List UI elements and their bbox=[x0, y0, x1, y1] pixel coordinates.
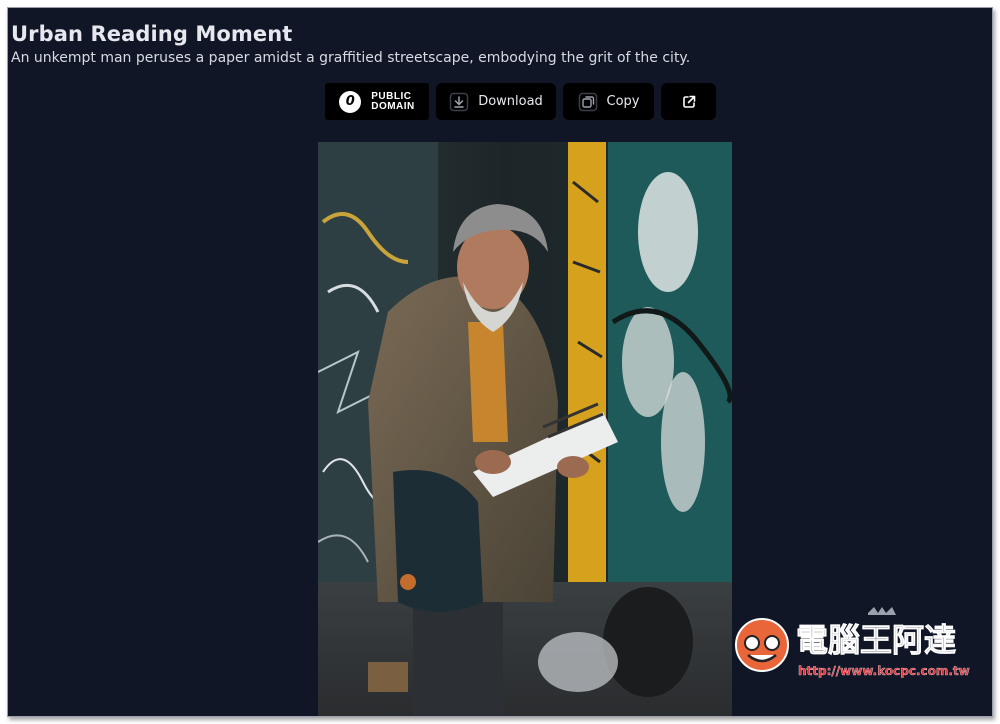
external-link-icon bbox=[681, 94, 697, 110]
page-title: Urban Reading Moment bbox=[11, 22, 293, 46]
watermark-logo: 電腦王阿達 http://www.kocpc.com.tw bbox=[728, 605, 988, 685]
main-photo[interactable] bbox=[318, 142, 732, 716]
copy-icon bbox=[578, 92, 598, 112]
public-domain-label: PUBLIC DOMAIN bbox=[371, 90, 415, 112]
download-button[interactable]: Download bbox=[436, 83, 556, 120]
svg-text:電腦王阿達: 電腦王阿達 bbox=[796, 621, 956, 659]
download-icon bbox=[449, 92, 469, 112]
public-domain-icon: 0 bbox=[339, 90, 362, 113]
svg-text:http://www.kocpc.com.tw: http://www.kocpc.com.tw bbox=[798, 664, 970, 678]
copy-button[interactable]: Copy bbox=[563, 83, 654, 120]
public-domain-button[interactable]: 0 PUBLIC DOMAIN bbox=[325, 83, 429, 120]
download-label: Download bbox=[478, 94, 543, 109]
page-description: An unkempt man peruses a paper amidst a … bbox=[11, 50, 691, 66]
copy-label: Copy bbox=[606, 94, 640, 109]
open-external-button[interactable] bbox=[661, 83, 716, 120]
browser-viewport: Urban Reading Moment An unkempt man peru… bbox=[7, 7, 993, 717]
